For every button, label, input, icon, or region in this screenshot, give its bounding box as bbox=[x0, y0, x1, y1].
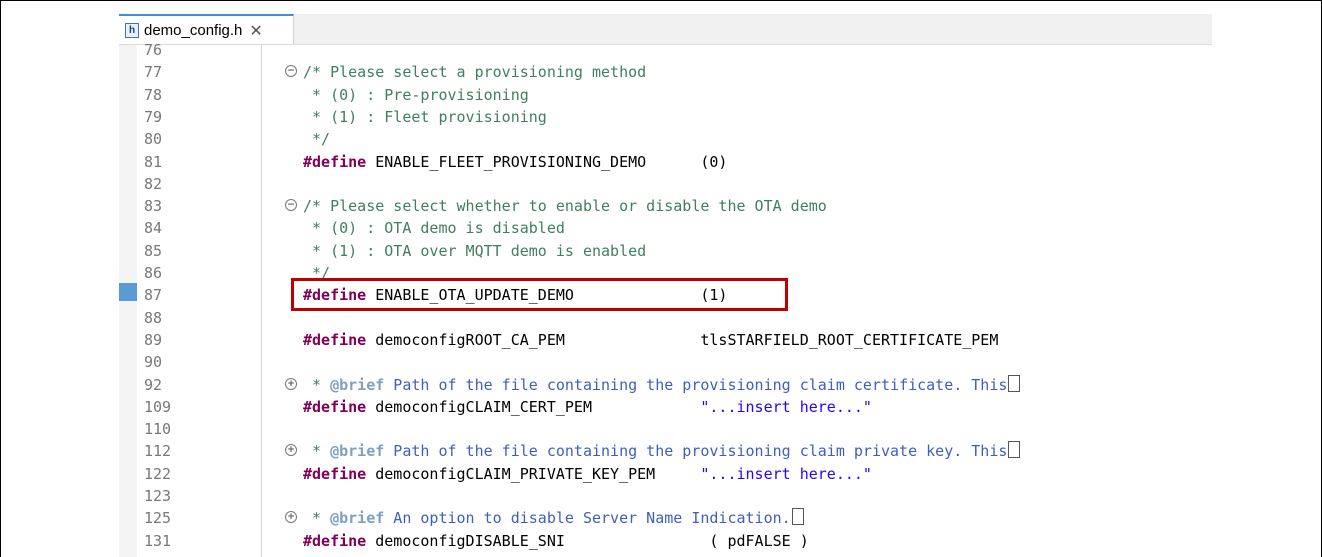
line-number: 86 bbox=[144, 264, 163, 282]
code-token: #define bbox=[303, 330, 367, 349]
code-text: * (0) : OTA demo is disabled bbox=[303, 217, 565, 239]
code-token: democonfigCLAIM_PRIVATE_KEY_PEM bbox=[366, 464, 701, 483]
code-line-84[interactable]: 84 * (0) : OTA demo is disabled bbox=[119, 217, 1212, 239]
close-icon[interactable]: ✕ bbox=[249, 21, 262, 40]
code-text: * (0) : Pre-provisioning bbox=[303, 84, 529, 106]
header-file-icon: h bbox=[125, 22, 139, 38]
code-text: */ bbox=[303, 128, 330, 150]
line-number: 89 bbox=[144, 330, 163, 349]
code-text: #define democonfigCLAIM_PRIVATE_KEY_PEM … bbox=[303, 463, 872, 485]
code-token: /* Please select a provisioning method bbox=[303, 63, 647, 82]
code-line-131[interactable]: 131 #define democonfigDISABLE_SNI ( pdFAL… bbox=[119, 530, 1212, 552]
code-line-81[interactable]: 81 #define ENABLE_FLEET_PROVISIONING_DEMO… bbox=[119, 151, 1212, 173]
code-token: * (0) : Pre-provisioning bbox=[303, 85, 529, 104]
code-token: @brief bbox=[330, 509, 385, 528]
code-line-79[interactable]: 79 * (1) : Fleet provisioning bbox=[119, 106, 1212, 128]
code-token: /* Please select whether to enable or di… bbox=[303, 197, 827, 216]
code-token: #define bbox=[303, 531, 367, 550]
line-number: 87 bbox=[144, 286, 163, 305]
highlight-box bbox=[291, 278, 788, 311]
line-number: 112 bbox=[144, 442, 172, 461]
line-number: 92 bbox=[144, 375, 163, 394]
tab-title: demo_config.h bbox=[144, 21, 243, 39]
code-line-110[interactable]: 110 bbox=[119, 418, 1212, 440]
code-token: * bbox=[303, 509, 331, 528]
line-number: 85 bbox=[144, 241, 163, 260]
code-text: /* Please select a provisioning method bbox=[303, 61, 646, 83]
line-number: 82 bbox=[144, 174, 163, 193]
code-line-82[interactable]: 82 bbox=[119, 173, 1212, 195]
code-token: An option to disable Server Name Indicat… bbox=[384, 509, 791, 528]
fold-collapse-icon[interactable]: − bbox=[285, 199, 297, 212]
line-number: 110 bbox=[144, 420, 172, 439]
line-number: 125 bbox=[144, 509, 172, 528]
code-token: democonfigROOT_CA_PEM tlsSTARFIELD_ROOT_… bbox=[366, 330, 999, 349]
code-token: "...insert here..." bbox=[700, 464, 872, 483]
code-token: Path of the file containing the provisio… bbox=[384, 375, 1008, 394]
code-token: democonfigCLAIM_CERT_PEM bbox=[366, 397, 701, 416]
code-line-90[interactable]: 90 bbox=[119, 351, 1212, 373]
code-line-77[interactable]: 77 −/* Please select a provisioning metho… bbox=[119, 61, 1212, 83]
folded-continuation-icon bbox=[791, 508, 804, 526]
line-number: 80 bbox=[144, 130, 163, 149]
line-number: 83 bbox=[144, 197, 163, 216]
line-number: 84 bbox=[144, 219, 163, 238]
code-line-112[interactable]: 112 + * @brief Path of the file containin… bbox=[119, 440, 1212, 462]
code-text: * (1) : Fleet provisioning bbox=[303, 106, 547, 128]
line-number: 131 bbox=[144, 531, 172, 550]
line-number: 79 bbox=[144, 107, 163, 126]
code-text: * @brief Path of the file containing the… bbox=[303, 374, 1021, 396]
code-token: democonfigDISABLE_SNI ( pdFALSE ) bbox=[366, 531, 809, 550]
code-line-85[interactable]: 85 * (1) : OTA over MQTT demo is enabled bbox=[119, 240, 1212, 262]
fold-expand-icon[interactable]: + bbox=[285, 511, 297, 524]
line-number: 76 bbox=[144, 41, 163, 59]
code-text: #define democonfigCLAIM_CERT_PEM "...ins… bbox=[303, 396, 872, 418]
code-line-125[interactable]: 125 + * @brief An option to disable Serve… bbox=[119, 507, 1212, 529]
code-token: @brief bbox=[330, 375, 385, 394]
fold-expand-icon[interactable]: + bbox=[285, 377, 297, 390]
line-number: 78 bbox=[144, 85, 163, 104]
code-token: * (1) : OTA over MQTT demo is enabled bbox=[303, 241, 647, 260]
code-token: ENABLE_FLEET_PROVISIONING_DEMO (0) bbox=[366, 152, 728, 171]
code-line-92[interactable]: 92 + * @brief Path of the file containing… bbox=[119, 374, 1212, 396]
code-line-89[interactable]: 89 #define democonfigROOT_CA_PEM tlsSTARF… bbox=[119, 329, 1212, 351]
folded-continuation-icon bbox=[1008, 441, 1021, 459]
code-token: #define bbox=[303, 397, 367, 416]
code-token: #define bbox=[303, 464, 367, 483]
line-number: 122 bbox=[144, 464, 172, 483]
code-token: @brief bbox=[330, 442, 385, 461]
code-text: * @brief Path of the file containing the… bbox=[303, 440, 1021, 462]
line-number: 90 bbox=[144, 353, 163, 372]
fold-expand-icon[interactable]: + bbox=[285, 444, 297, 457]
line-number: 109 bbox=[144, 397, 172, 416]
code-line-80[interactable]: 80 */ bbox=[119, 128, 1212, 150]
code-text: #define ENABLE_FLEET_PROVISIONING_DEMO (… bbox=[303, 151, 727, 173]
code-token: Path of the file containing the provisio… bbox=[384, 442, 1008, 461]
code-line-122[interactable]: 122 #define democonfigCLAIM_PRIVATE_KEY_P… bbox=[119, 463, 1212, 485]
code-text: * @brief An option to disable Server Nam… bbox=[303, 507, 804, 529]
fold-collapse-icon[interactable]: − bbox=[285, 65, 297, 78]
code-text: #define democonfigDISABLE_SNI ( pdFALSE … bbox=[303, 530, 809, 552]
code-line-109[interactable]: 109 #define democonfigCLAIM_CERT_PEM "...… bbox=[119, 396, 1212, 418]
code-line-83[interactable]: 83 −/* Please select whether to enable or… bbox=[119, 195, 1212, 217]
code-line-76[interactable]: 76 bbox=[119, 39, 1212, 61]
code-token: "...insert here..." bbox=[700, 397, 872, 416]
code-token: * (1) : Fleet provisioning bbox=[303, 107, 547, 126]
line-number: 81 bbox=[144, 152, 163, 171]
line-number: 88 bbox=[144, 308, 163, 327]
code-line-78[interactable]: 78 * (0) : Pre-provisioning bbox=[119, 84, 1212, 106]
folded-continuation-icon bbox=[1008, 374, 1021, 392]
line-number: 123 bbox=[144, 487, 172, 505]
code-editor[interactable]: 76 77−/* Please select a provisioning met… bbox=[119, 41, 1212, 557]
code-token: */ bbox=[303, 130, 331, 149]
line-number: 77 bbox=[144, 63, 163, 82]
code-text: /* Please select whether to enable or di… bbox=[303, 195, 827, 217]
code-line-123[interactable]: 123 bbox=[119, 485, 1212, 507]
code-text: * (1) : OTA over MQTT demo is enabled bbox=[303, 240, 646, 262]
code-text: #define democonfigROOT_CA_PEM tlsSTARFIE… bbox=[303, 329, 998, 351]
code-token: #define bbox=[303, 152, 367, 171]
code-token: * bbox=[303, 375, 331, 394]
code-token: * bbox=[303, 442, 331, 461]
code-token: * (0) : OTA demo is disabled bbox=[303, 219, 565, 238]
